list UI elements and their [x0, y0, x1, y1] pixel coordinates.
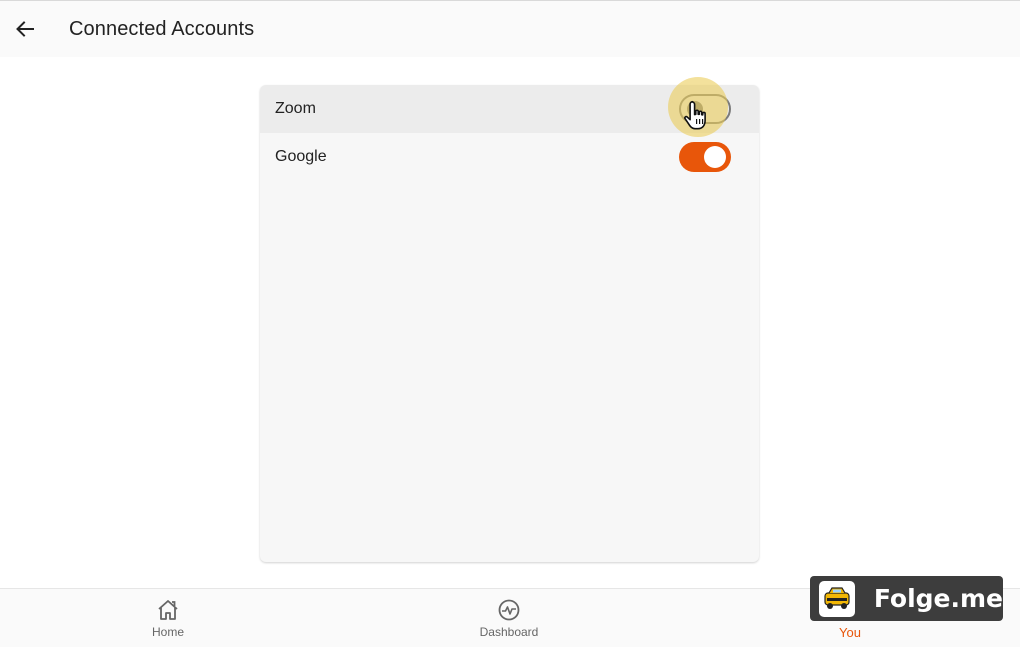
account-label: Google	[275, 148, 327, 165]
account-row-zoom[interactable]: Zoom	[260, 85, 759, 133]
account-row-google[interactable]: Google	[260, 133, 759, 181]
home-icon	[158, 600, 178, 620]
google-toggle[interactable]	[679, 142, 731, 172]
watermark-text: Folge.me	[873, 584, 1003, 613]
nav-label: Dashboard	[479, 625, 539, 639]
account-label: Zoom	[275, 100, 316, 117]
app-bar: Connected Accounts	[0, 1, 1020, 57]
zoom-toggle[interactable]	[679, 94, 731, 124]
arrow-left-icon	[16, 21, 34, 37]
connected-accounts-card: Zoom Google	[260, 85, 759, 562]
nav-item-dashboard[interactable]: Dashboard	[449, 589, 569, 647]
back-button[interactable]	[0, 1, 50, 57]
toggle-knob	[687, 101, 703, 117]
nav-item-home[interactable]: Home	[108, 589, 228, 647]
folge-logo-icon	[819, 580, 855, 617]
page-title: Connected Accounts	[69, 17, 255, 40]
toggle-knob	[704, 146, 726, 168]
folge-watermark: Folge.me	[810, 576, 1003, 621]
nav-label: Home	[151, 625, 184, 639]
nav-label: You	[839, 625, 861, 640]
dashboard-icon	[498, 599, 520, 621]
